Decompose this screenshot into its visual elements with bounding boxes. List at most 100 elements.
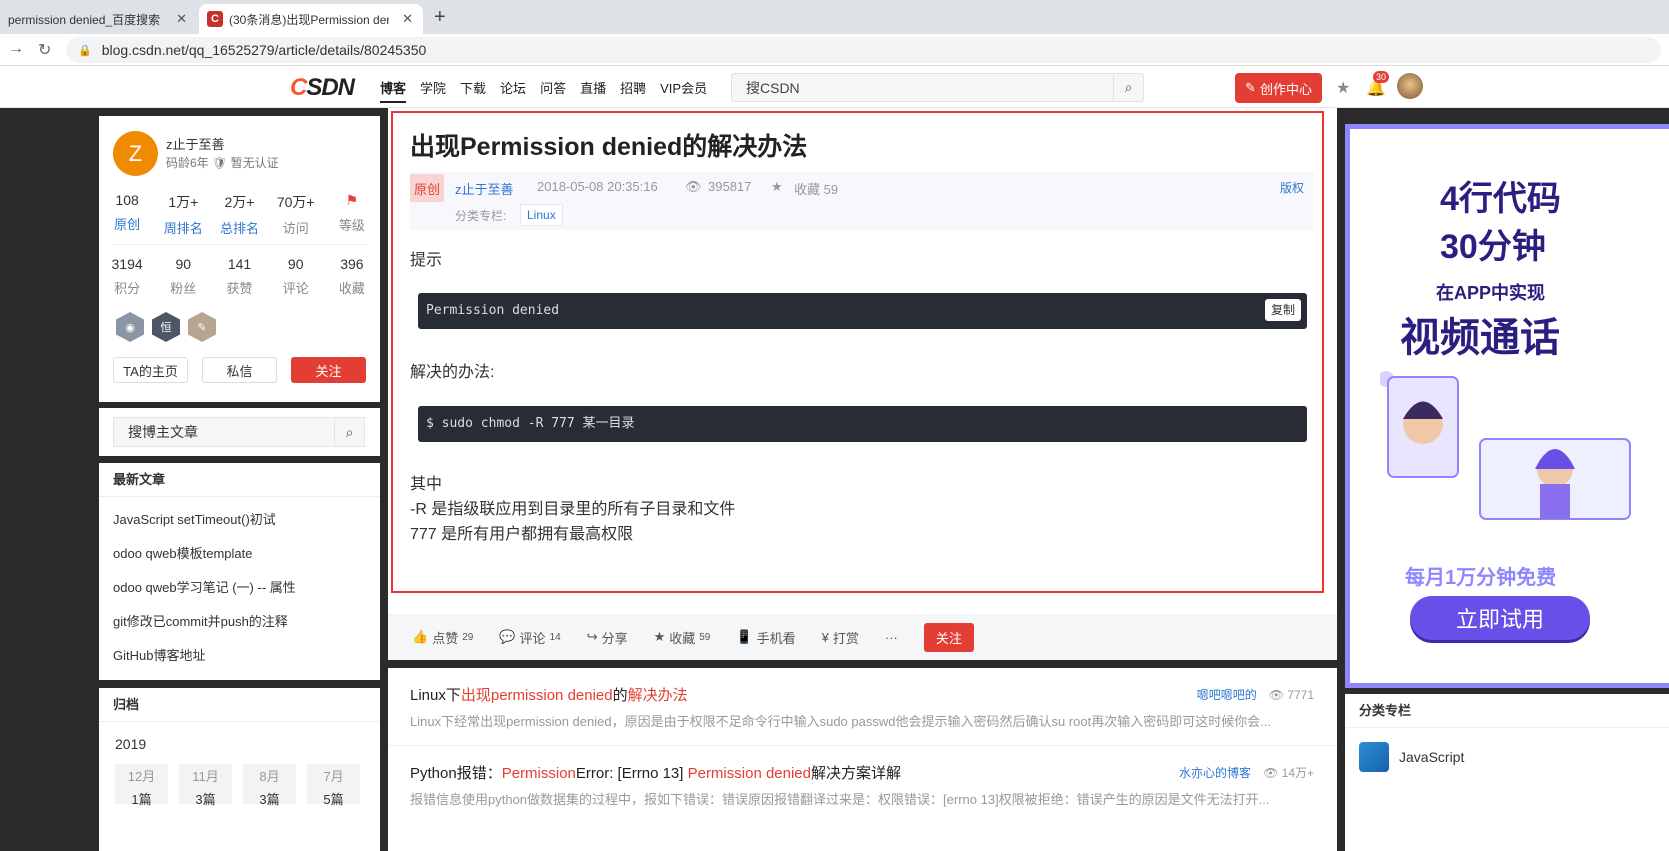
blog-search[interactable]: 搜博主文章 ⌕: [113, 417, 365, 447]
creator-center-button[interactable]: ✎ 创作中心: [1235, 73, 1322, 103]
like-button[interactable]: 👍 点赞 29: [412, 628, 473, 647]
favorite-button[interactable]: ★ 收藏 59: [654, 628, 711, 647]
search-icon[interactable]: ⌕: [334, 418, 364, 446]
code-text: Permission denied: [426, 303, 560, 318]
reload-icon[interactable]: ↻: [38, 40, 51, 60]
address-bar: → ↻ 🔒 blog.csdn.net/qq_16525279/article/…: [0, 34, 1669, 66]
shield-icon: 🛡: [212, 156, 228, 170]
star-icon[interactable]: ★: [1336, 78, 1350, 98]
browser-tab[interactable]: permission denied_百度搜索 ✕: [0, 4, 197, 34]
code-text: $ sudo chmod -R 777 某一目录: [426, 416, 635, 431]
author-name[interactable]: z止于至善: [166, 134, 225, 153]
related-source: 嗯吧嗯吧的 👁 7771: [1197, 686, 1314, 703]
forward-icon[interactable]: →: [8, 40, 24, 58]
mobile-label: 手机看: [756, 630, 796, 646]
url-field[interactable]: 🔒 blog.csdn.net/qq_16525279/article/deta…: [66, 37, 1661, 63]
search-input[interactable]: 搜CSDN: [732, 78, 1113, 98]
private-message-button[interactable]: 私信: [202, 357, 277, 383]
archive-month[interactable]: 11月 3篇: [179, 764, 232, 807]
comment-count: 14: [549, 631, 561, 643]
title-highlight: Permission: [501, 765, 576, 782]
month-count: 1篇: [131, 792, 152, 807]
persistence-medal-icon[interactable]: 恒: [152, 312, 180, 342]
reward-label: 打赏: [832, 630, 859, 646]
source-name[interactable]: 嗯吧嗯吧的: [1197, 688, 1257, 702]
like-count: 29: [462, 631, 474, 643]
blog-search-input[interactable]: 搜博主文章: [114, 422, 334, 442]
comment-button[interactable]: 💬 评论 14: [499, 628, 560, 647]
follow-button[interactable]: 关注: [923, 622, 974, 652]
article-fav[interactable]: 收藏 59: [794, 179, 838, 198]
comment-icon: 💬: [499, 629, 516, 644]
section-title: 归档: [99, 688, 380, 722]
related-desc: 报错信息使用python做数据集的过程中，报如下错误：错误原因报错翻译过来是：权…: [410, 792, 1270, 807]
view-count: 14万+: [1281, 766, 1314, 780]
archive-month[interactable]: 8月 3篇: [243, 764, 296, 807]
stat-level[interactable]: ⚑ 等级: [324, 192, 380, 237]
nav-item-jobs[interactable]: 招聘: [620, 78, 646, 97]
archive-month[interactable]: 7月 5篇: [307, 764, 360, 807]
view-count: 7771: [1287, 688, 1314, 702]
archive-year[interactable]: 2019: [115, 736, 146, 752]
nav-item-forum[interactable]: 论坛: [500, 78, 526, 97]
try-now-button[interactable]: 立即试用: [1410, 596, 1590, 640]
category-tag[interactable]: Linux: [520, 204, 563, 226]
ad-line: 视频通话: [1400, 316, 1560, 360]
mobile-view-button[interactable]: 📱 手机看: [736, 628, 795, 647]
title-highlight: 出现permission denied: [460, 687, 613, 704]
search-icon[interactable]: ⌕: [1113, 74, 1143, 101]
nav-item-live[interactable]: 直播: [580, 78, 606, 97]
related-item[interactable]: Python报错：PermissionError: [Errno 13] Per…: [410, 762, 1314, 808]
archive-month[interactable]: 12月 1篇: [115, 764, 168, 807]
more-button[interactable]: ···: [885, 630, 898, 645]
nav-item-academy[interactable]: 学院: [420, 78, 446, 97]
share-button[interactable]: ↪ 分享: [587, 628, 628, 647]
list-item[interactable]: odoo qweb模板template: [113, 541, 296, 575]
related-title[interactable]: Linux下出现permission denied的解决办法: [410, 684, 1314, 705]
nav-item-vip[interactable]: VIP会员: [660, 78, 707, 97]
list-item[interactable]: odoo qweb学习笔记 (一) -- 属性: [113, 575, 296, 609]
author-avatar[interactable]: Z: [113, 131, 158, 176]
source-name[interactable]: 水亦心的博客: [1179, 766, 1251, 780]
stat-value: 108: [115, 192, 139, 208]
divider: [388, 745, 1337, 746]
stat-original[interactable]: 108 原创: [99, 192, 155, 237]
video-call-ad[interactable]: 4行代码 30分钟 在APP中实现 视频通话 每月1万分钟免费 立即试用: [1345, 124, 1669, 688]
stat-week-rank[interactable]: 1万+ 周排名: [155, 192, 211, 237]
follow-button[interactable]: 关注: [291, 357, 366, 383]
csdn-logo[interactable]: CSDN: [290, 74, 355, 102]
site-search[interactable]: 搜CSDN ⌕: [731, 73, 1144, 102]
stat-total-rank[interactable]: 2万+ 总排名: [211, 192, 267, 237]
blog-medal-icon[interactable]: ✎: [188, 312, 216, 342]
list-item[interactable]: git修改已commit并push的注释: [113, 609, 296, 643]
nav-item-qa[interactable]: 问答: [540, 78, 566, 97]
close-icon[interactable]: ✕: [402, 11, 413, 27]
browser-tab-active[interactable]: C (30条消息)出现Permission deni ✕: [199, 4, 423, 34]
stat-favorites: 396 收藏: [324, 256, 380, 297]
month-count: 3篇: [259, 792, 280, 807]
copyright-link[interactable]: 版权: [1280, 179, 1304, 196]
stat-value: 396: [340, 256, 364, 272]
month-label: 12月: [127, 769, 156, 784]
stat-label: 周排名: [163, 221, 203, 236]
copy-button[interactable]: 复制: [1264, 299, 1301, 321]
section-title: 分类专栏: [1345, 694, 1669, 728]
close-icon[interactable]: ✕: [176, 11, 187, 27]
new-tab-icon[interactable]: +: [434, 6, 446, 29]
reward-button[interactable]: ¥ 打赏: [822, 628, 859, 647]
related-item[interactable]: Linux下出现permission denied的解决办法 Linux下经常出…: [410, 684, 1314, 730]
author-homepage-button[interactable]: TA的主页: [113, 357, 188, 383]
tab-title: (30条消息)出现Permission deni: [229, 12, 389, 27]
column-item[interactable]: JavaScript: [1359, 742, 1464, 772]
fav-label: 收藏: [669, 630, 696, 646]
list-item[interactable]: GitHub博客地址: [113, 643, 296, 677]
github-medal-icon[interactable]: ◉: [116, 312, 144, 342]
share-icon: ↪: [586, 629, 598, 644]
list-item[interactable]: JavaScript setTimeout()初试: [113, 507, 296, 541]
article-author[interactable]: z止于至善: [455, 179, 514, 198]
paragraph: 其中: [410, 476, 443, 493]
nav-item-download[interactable]: 下载: [460, 78, 486, 97]
stat-visits: 70万+ 访问: [268, 192, 324, 237]
user-avatar[interactable]: [1397, 73, 1423, 99]
nav-item-blog[interactable]: 博客: [380, 78, 407, 103]
